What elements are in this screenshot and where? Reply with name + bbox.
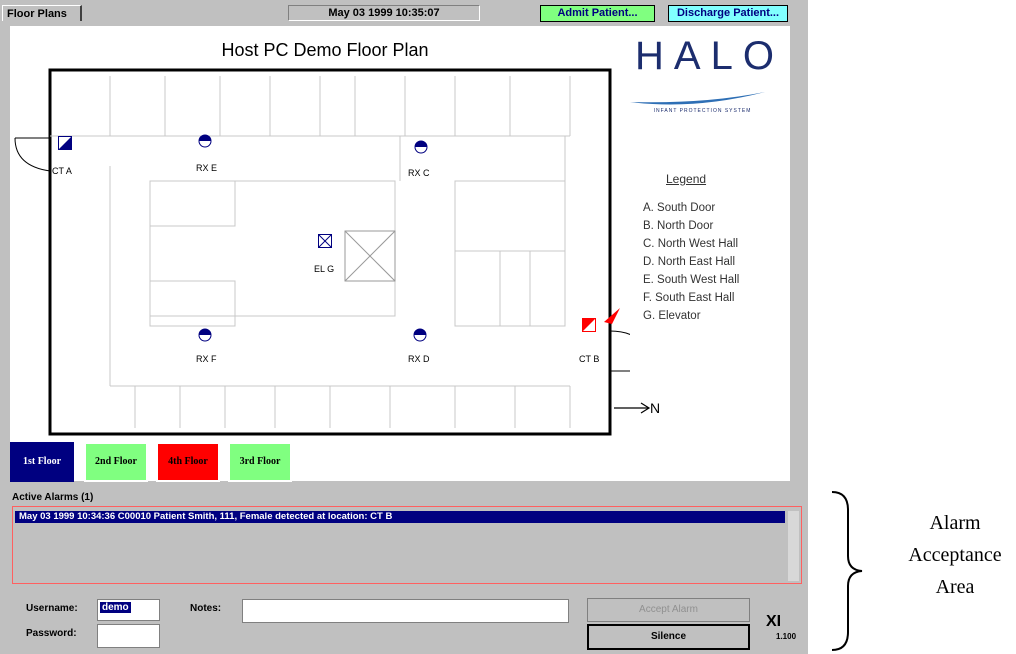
notes-label: Notes: — [190, 603, 222, 614]
tab-floor-plans[interactable]: Floor Plans — [2, 5, 82, 21]
legend-item-f: F. South East Hall — [643, 292, 735, 304]
annotation-line-2: Acceptance — [908, 544, 1002, 566]
username-input[interactable]: demo — [97, 599, 160, 621]
password-label: Password: — [26, 628, 77, 639]
logo-swoosh-icon — [630, 92, 765, 105]
admit-patient-button[interactable]: Admit Patient... — [540, 5, 655, 22]
floor-button-2nd[interactable]: 2nd Floor — [84, 442, 148, 482]
annotation-line-1: Alarm — [929, 512, 981, 534]
legend-item-e: E. South West Hall — [643, 274, 740, 286]
floor-selector: 1st Floor 2nd Floor 4th Floor 3rd Floor — [10, 440, 310, 483]
notes-input[interactable] — [242, 599, 569, 623]
accept-alarm-button[interactable]: Accept Alarm — [587, 598, 750, 622]
floor-plan-panel: Host PC Demo Floor Plan HALO INFANT PROT… — [10, 26, 790, 481]
alarm-row[interactable]: May 03 1999 10:34:36 C00010 Patient Smit… — [15, 511, 785, 523]
silence-button[interactable]: Silence — [587, 624, 750, 650]
door-ct-b-alarm-icon — [582, 308, 620, 332]
door-ct-a-icon — [58, 136, 72, 150]
legend-item-c: C. North West Hall — [643, 238, 739, 250]
legend-title: Legend — [666, 172, 707, 186]
legend-item-b: B. North Door — [643, 220, 714, 232]
annotation-line-3: Area — [935, 576, 975, 598]
discharge-patient-button[interactable]: Discharge Patient... — [668, 5, 788, 22]
username-label: Username: — [26, 603, 78, 614]
floor-button-3rd[interactable]: 3rd Floor — [228, 442, 292, 482]
sensor-rx-e-icon — [198, 134, 212, 148]
floor-button-4th[interactable]: 4th Floor — [156, 442, 220, 482]
halo-app-window: Floor Plans May 03 1999 10:35:07 Admit P… — [0, 0, 808, 654]
top-bar: Floor Plans May 03 1999 10:35:07 Admit P… — [0, 0, 808, 26]
legend-item-g: G. Elevator — [643, 310, 701, 322]
halo-logo: HALO — [635, 34, 784, 78]
room-label-ct-a: CT A — [52, 166, 72, 176]
elevator-el-g-icon — [318, 234, 332, 248]
password-input[interactable] — [97, 624, 160, 648]
room-label-ct-b: CT B — [579, 354, 600, 364]
annotation-brace — [831, 491, 863, 651]
legend-item-a: A. South Door — [643, 202, 716, 214]
active-alarms-list[interactable]: May 03 1999 10:34:36 C00010 Patient Smit… — [12, 506, 802, 584]
alarm-list-scrollbar[interactable] — [788, 511, 799, 581]
room-label-rx-d: RX D — [408, 354, 430, 364]
brand-version: 1.100 — [776, 632, 797, 641]
room-label-rx-c: RX C — [408, 168, 430, 178]
date-time-display: May 03 1999 10:35:07 — [288, 5, 480, 21]
north-arrow-icon — [614, 402, 651, 414]
room-label-el-g: EL G — [314, 264, 335, 274]
room-label-rx-e: RX E — [196, 163, 218, 173]
floor-button-1st[interactable]: 1st Floor — [10, 442, 74, 482]
brand-logo: XI — [766, 613, 782, 630]
active-alarms-header: Active Alarms (1) — [12, 492, 94, 503]
username-value: demo — [100, 602, 131, 613]
sensor-rx-d-icon — [413, 328, 427, 342]
north-label: N — [650, 400, 661, 416]
legend-item-d: D. North East Hall — [643, 256, 736, 268]
sensor-rx-c-icon — [414, 140, 428, 154]
sensor-rx-f-icon — [198, 328, 212, 342]
room-label-rx-f: RX F — [196, 354, 217, 364]
